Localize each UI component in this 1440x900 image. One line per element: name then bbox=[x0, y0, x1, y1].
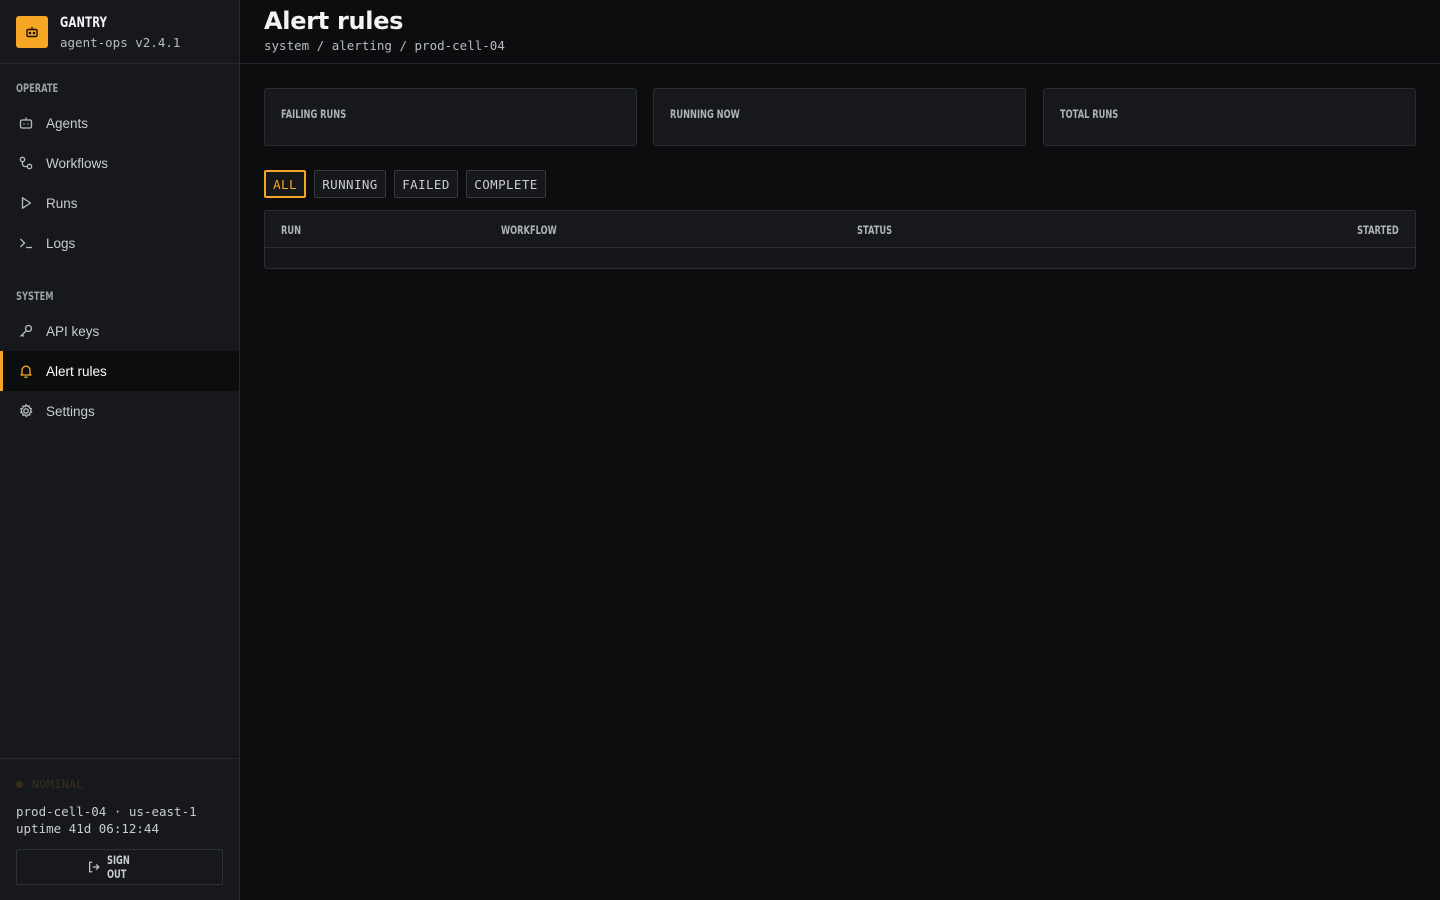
robot-icon bbox=[16, 15, 48, 48]
column-header-started[interactable]: STARTED bbox=[1357, 223, 1399, 237]
filter-running-button[interactable]: RUNNING bbox=[314, 170, 386, 198]
sidebar-item-label: Logs bbox=[46, 235, 76, 251]
status-dot-icon bbox=[16, 780, 23, 788]
breadcrumb-separator: / bbox=[391, 38, 415, 53]
stat-card-total-runs: TOTAL RUNS bbox=[1043, 88, 1416, 146]
brand-name: GANTRY bbox=[60, 14, 108, 31]
brand[interactable]: GANTRY agent-ops v2.4.1 bbox=[0, 0, 239, 64]
sidebar-item-label: Runs bbox=[46, 195, 78, 211]
breadcrumb-item[interactable]: prod-cell-04 bbox=[415, 38, 505, 53]
stat-card-running-now: RUNNING NOW bbox=[653, 88, 1026, 146]
column-header-workflow[interactable]: WORKFLOW bbox=[501, 223, 557, 237]
sidebar-item-alert-rules[interactable]: Alert rules bbox=[0, 351, 239, 391]
sign-out-icon bbox=[87, 860, 101, 874]
filter-all-button[interactable]: ALL bbox=[264, 170, 306, 198]
stat-card-label: RUNNING NOW bbox=[670, 107, 740, 121]
nav-section-operate: OPERATE bbox=[16, 81, 59, 95]
sign-out-button[interactable]: SIGN OUT bbox=[16, 849, 223, 885]
runs-table: RUN WORKFLOW STATUS STARTED bbox=[264, 210, 1416, 269]
sidebar-item-settings[interactable]: Settings bbox=[0, 391, 239, 431]
sign-out-label: SIGN OUT bbox=[106, 853, 130, 881]
page-title: Alert rules bbox=[264, 7, 404, 35]
host-info: prod-cell-04 · us-east-1 uptime 41d 06:1… bbox=[16, 803, 223, 837]
gear-icon bbox=[16, 401, 36, 421]
sidebar-item-runs[interactable]: Runs bbox=[0, 183, 239, 223]
system-status: NOMINAL bbox=[16, 777, 223, 791]
robot-icon bbox=[16, 113, 36, 133]
stat-card-label: FAILING RUNS bbox=[281, 107, 347, 121]
bell-icon bbox=[16, 361, 36, 381]
column-header-run[interactable]: RUN bbox=[281, 223, 301, 237]
breadcrumb-separator: / bbox=[309, 38, 332, 53]
status-filter-group: ALL RUNNING FAILED COMPLETE bbox=[264, 170, 554, 198]
breadcrumb-item[interactable]: system bbox=[264, 38, 309, 53]
filter-failed-button[interactable]: FAILED bbox=[394, 170, 458, 198]
table-header: RUN WORKFLOW STATUS STARTED bbox=[265, 211, 1415, 248]
key-icon bbox=[16, 321, 36, 341]
sidebar-item-label: Workflows bbox=[46, 155, 109, 171]
system-status-text: NOMINAL bbox=[32, 777, 84, 791]
stat-card-failing-runs: FAILING RUNS bbox=[264, 88, 637, 146]
uptime: uptime 41d 06:12:44 bbox=[16, 821, 159, 836]
sidebar-item-logs[interactable]: Logs bbox=[0, 223, 239, 263]
sidebar: GANTRY agent-ops v2.4.1 OPERATE Agents W… bbox=[0, 0, 240, 900]
sidebar-item-label: API keys bbox=[46, 323, 100, 339]
breadcrumb: system / alerting / prod-cell-04 bbox=[264, 38, 1440, 53]
sidebar-item-label: Alert rules bbox=[46, 363, 107, 379]
sidebar-item-label: Agents bbox=[46, 115, 89, 131]
sidebar-item-label: Settings bbox=[46, 403, 95, 419]
sidebar-item-agents[interactable]: Agents bbox=[0, 103, 239, 143]
sidebar-item-workflows[interactable]: Workflows bbox=[0, 143, 239, 183]
sidebar-footer: NOMINAL prod-cell-04 · us-east-1 uptime … bbox=[0, 758, 239, 900]
host-region: prod-cell-04 · us-east-1 bbox=[16, 804, 197, 819]
breadcrumb-item[interactable]: alerting bbox=[332, 38, 392, 53]
nav-section-system: SYSTEM bbox=[16, 289, 54, 303]
filter-complete-button[interactable]: COMPLETE bbox=[466, 170, 546, 198]
sidebar-item-api-keys[interactable]: API keys bbox=[0, 311, 239, 351]
page-header: Alert rules system / alerting / prod-cel… bbox=[240, 0, 1440, 64]
workflow-icon bbox=[16, 153, 36, 173]
play-icon bbox=[16, 193, 36, 213]
column-header-status[interactable]: STATUS bbox=[857, 223, 892, 237]
stat-card-label: TOTAL RUNS bbox=[1060, 107, 1119, 121]
brand-version: agent-ops v2.4.1 bbox=[60, 34, 181, 50]
terminal-icon bbox=[16, 233, 36, 253]
